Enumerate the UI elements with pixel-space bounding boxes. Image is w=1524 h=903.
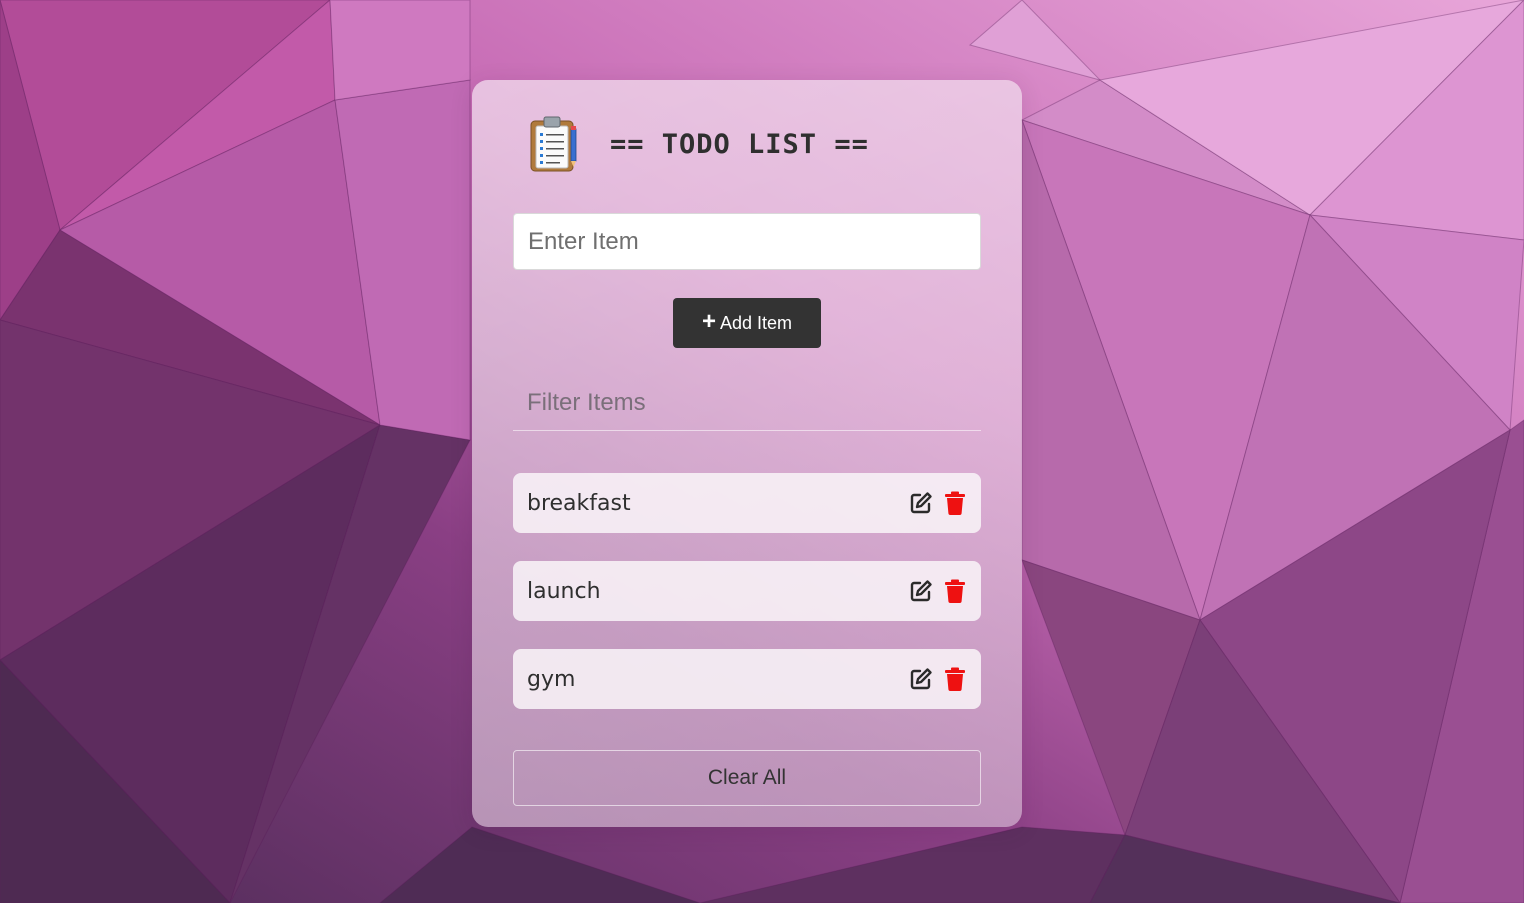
- add-item-button[interactable]: + Add Item: [673, 298, 821, 348]
- clipboard-icon: [530, 116, 577, 172]
- plus-icon: +: [701, 308, 716, 335]
- clear-all-button[interactable]: Clear All: [513, 750, 981, 806]
- edit-icon[interactable]: [909, 667, 933, 691]
- enter-item-input[interactable]: [513, 213, 981, 270]
- list-item: gym: [513, 649, 981, 709]
- edit-icon[interactable]: [909, 579, 933, 603]
- list-item: launch: [513, 561, 981, 621]
- trash-icon[interactable]: [943, 579, 967, 603]
- trash-icon[interactable]: [943, 667, 967, 691]
- add-item-label: Add Item: [719, 312, 793, 333]
- todo-list: breakfast launch gym: [513, 473, 981, 737]
- trash-icon[interactable]: [943, 491, 967, 515]
- list-item-text: gym: [527, 666, 576, 692]
- edit-icon[interactable]: [909, 491, 933, 515]
- filter-items-input[interactable]: [513, 375, 981, 431]
- page-title: == TODO LIST ==: [610, 128, 869, 160]
- list-item-text: breakfast: [527, 490, 631, 516]
- list-item-text: launch: [527, 578, 601, 604]
- header: == TODO LIST ==: [528, 116, 869, 172]
- todo-card: == TODO LIST == + Add Item breakfast: [472, 80, 1022, 827]
- list-item: breakfast: [513, 473, 981, 533]
